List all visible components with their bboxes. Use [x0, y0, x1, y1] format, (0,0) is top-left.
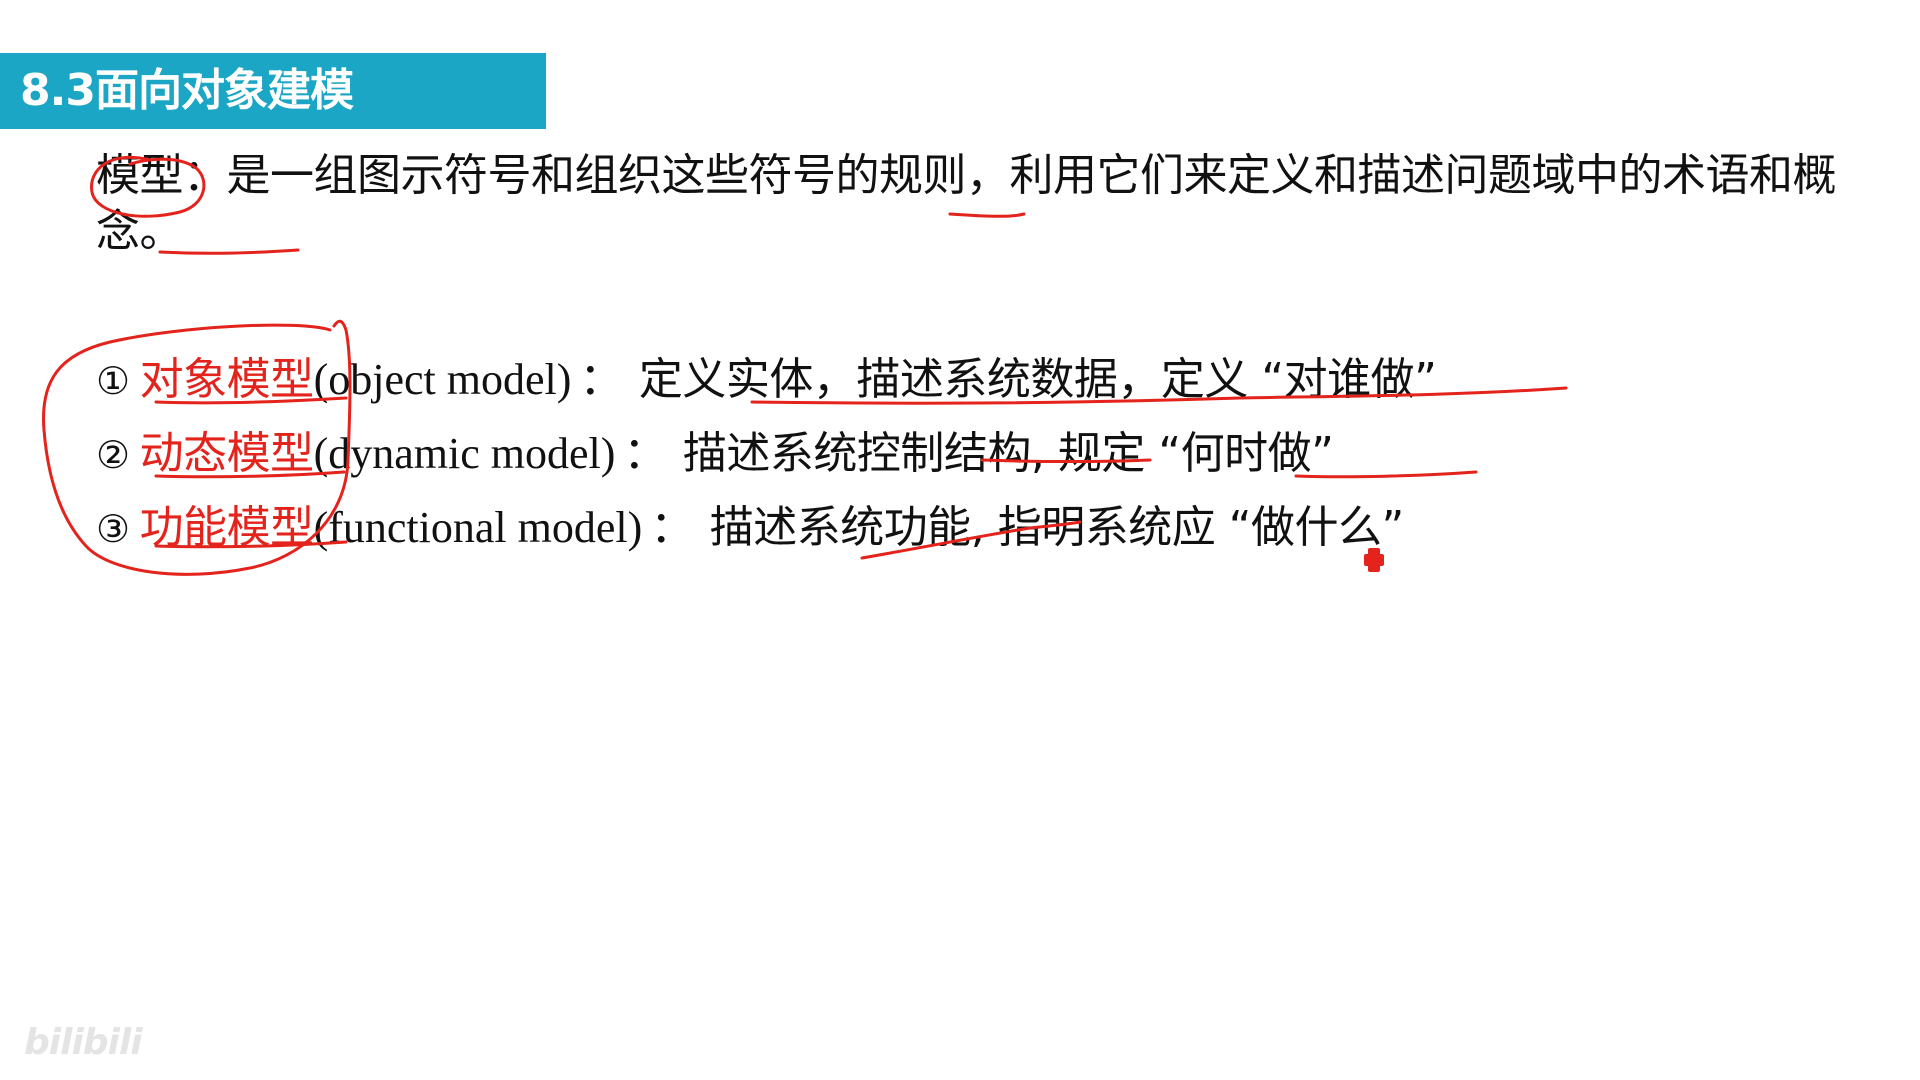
item-description: 描述系统控制结构, 规定 “何时做”: [682, 428, 1334, 479]
item-separator: ：: [579, 354, 623, 405]
list-item-functional-model: ③ 功能模型(functional model)： 描述系统功能, 指明系统应 “做…: [96, 491, 1796, 565]
item-term: 动态模型: [139, 428, 315, 479]
bilibili-watermark-logo: bilibili: [24, 1022, 143, 1063]
item-description: 描述系统功能, 指明系统应 “做什么”: [709, 502, 1405, 553]
definition-term: 模型: [96, 150, 184, 201]
list-item-dynamic-model: ② 动态模型(dynamic model)： 描述系统控制结构, 规定 “何时做”: [96, 417, 1796, 491]
slide-title: 8.3面向对象建模: [0, 53, 546, 129]
item-separator: ：: [650, 502, 694, 553]
item-separator: ：: [623, 428, 667, 479]
item-term: 功能模型: [139, 502, 315, 553]
definition-text: 是一组图示符号和组织这些符号的规则，利用它们来定义和描述问题域中的术语和概念。: [96, 150, 1837, 257]
definition-colon: ：: [183, 150, 227, 201]
item-number: ①: [96, 359, 130, 403]
slide: 8.3面向对象建模 模型：是一组图示符号和组织这些符号的规则，利用它们来定义和描…: [0, 0, 1920, 1080]
item-english: (dynamic model): [313, 429, 616, 478]
list-item-object-model: ① 对象模型(object model)： 定义实体，描述系统数据，定义 “对谁做”: [96, 343, 1796, 417]
item-description: 定义实体，描述系统数据，定义 “对谁做”: [638, 354, 1437, 405]
item-english: (object model): [313, 355, 572, 404]
model-list: ① 对象模型(object model)：定义实体，描述系统数据，定义 “对谁做”…: [96, 343, 1796, 565]
item-english: (functional model): [313, 503, 643, 552]
item-number: ②: [96, 433, 130, 477]
model-definition: 模型：是一组图示符号和组织这些符号的规则，利用它们来定义和描述问题域中的术语和概…: [96, 148, 1866, 260]
item-term: 对象模型: [139, 354, 315, 405]
item-number: ③: [96, 507, 130, 551]
